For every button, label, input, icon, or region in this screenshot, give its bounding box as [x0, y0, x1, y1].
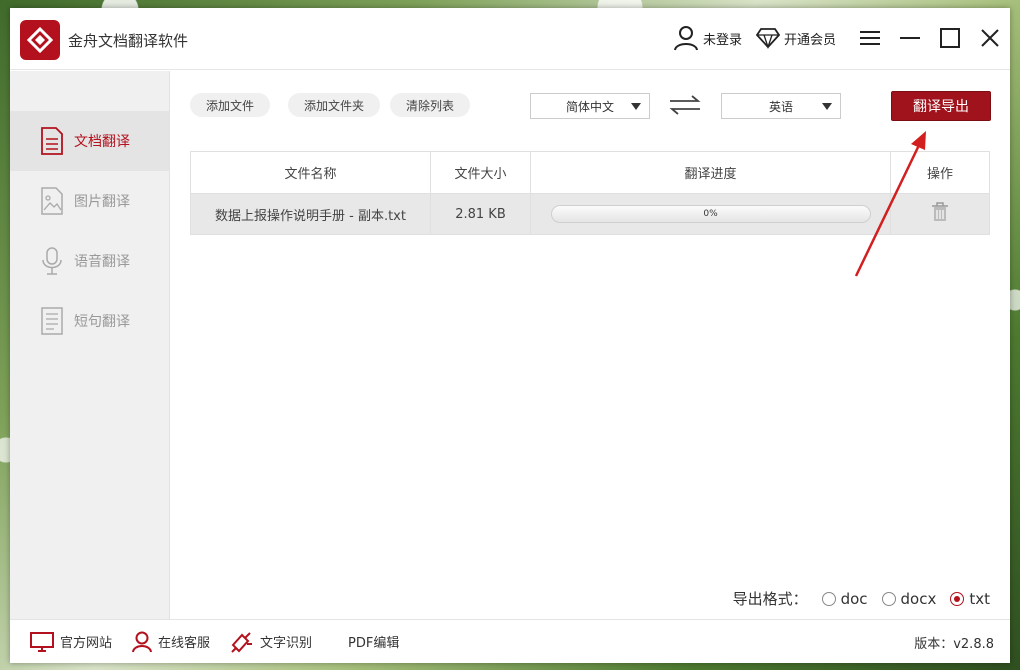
- export-format-label: 导出格式：: [732, 590, 808, 608]
- online-service-link[interactable]: 在线客服: [132, 631, 210, 653]
- sidebar-item-image-translate[interactable]: 图片翻译: [10, 171, 169, 231]
- source-language-value: 简体中文: [565, 99, 614, 114]
- chevron-down-icon: [822, 103, 832, 110]
- menu-button[interactable]: [850, 18, 890, 58]
- user-service-icon: [132, 631, 153, 652]
- progress-text: 0%: [703, 209, 718, 219]
- column-header-name: 文件名称: [191, 152, 431, 193]
- export-radio-docx[interactable]: docx: [881, 589, 937, 608]
- microphone-icon: [42, 247, 62, 275]
- text-page-icon: [41, 307, 63, 335]
- title-bar: 金舟文档翻译软件 未登录 开通会员: [10, 8, 1010, 70]
- export-format-group: 导出格式： doc docx txt: [733, 588, 990, 609]
- close-icon: [981, 29, 999, 47]
- app-window: 金舟文档翻译软件 未登录 开通会员 文档翻译 图片翻译 语音翻译 短句翻译 添加…: [10, 8, 1010, 663]
- radio-circle: [881, 591, 896, 606]
- radio-label: txt: [969, 589, 990, 608]
- login-label: 未登录: [702, 32, 742, 48]
- user-icon: [673, 26, 698, 51]
- target-language-value: 英语: [768, 99, 793, 114]
- footer-item-label: PDF编辑: [348, 636, 400, 651]
- version-label: 版本：v2.8.8: [914, 637, 994, 652]
- radio-circle: [950, 591, 965, 606]
- sidebar-item-sentence-translate[interactable]: 短句翻译: [10, 291, 169, 351]
- export-radio-doc[interactable]: doc: [821, 589, 868, 608]
- progress-cell: 0%: [531, 194, 891, 234]
- footer-item-label: 官方网站: [60, 636, 113, 651]
- monitor-icon: [30, 631, 54, 652]
- main-panel: 添加文件 添加文件夹 清除列表 简体中文 英语 翻译导出 文件名称 文件大小 翻…: [171, 71, 1010, 619]
- file-name-cell: 数据上报操作说明手册 - 副本.txt: [191, 194, 431, 234]
- app-logo: [20, 20, 60, 60]
- close-button[interactable]: [970, 18, 1010, 58]
- document-icon: [41, 127, 63, 155]
- vip-button[interactable]: 开通会员: [755, 27, 836, 49]
- app-title: 金舟文档翻译软件: [68, 32, 189, 50]
- add-folder-button[interactable]: 添加文件夹: [288, 93, 381, 117]
- sidebar-item-label: 短句翻译: [74, 314, 130, 330]
- column-header-size: 文件大小: [431, 152, 531, 193]
- footer-bar: 官方网站 在线客服 文字识别 PDF编辑 版本：v2.8.8: [10, 619, 1010, 663]
- radio-label: docx: [900, 589, 937, 608]
- add-file-button[interactable]: 添加文件: [190, 93, 271, 117]
- export-radio-txt[interactable]: txt: [950, 590, 990, 608]
- sidebar-item-label: 文档翻译: [74, 134, 130, 150]
- sidebar-item-voice-translate[interactable]: 语音翻译: [10, 231, 169, 291]
- pdf-edit-link[interactable]: PDF编辑: [348, 632, 399, 651]
- footer-item-label: 文字识别: [260, 636, 313, 651]
- login-button[interactable]: 未登录: [673, 25, 742, 51]
- swap-arrows-icon: [669, 95, 701, 115]
- column-header-progress: 翻译进度: [531, 152, 891, 193]
- official-site-link[interactable]: 官方网站: [30, 631, 113, 652]
- logo-icon: [27, 27, 53, 53]
- progress-bar: 0%: [550, 205, 871, 223]
- source-language-select[interactable]: 简体中文: [530, 93, 650, 119]
- radio-label: doc: [840, 589, 868, 608]
- footer-item-label: 在线客服: [158, 636, 211, 651]
- vip-label: 开通会员: [783, 32, 836, 48]
- sidebar-item-label: 图片翻译: [74, 194, 130, 210]
- clear-list-button[interactable]: 清除列表: [390, 93, 471, 117]
- minimize-button[interactable]: [890, 18, 930, 58]
- sidebar-item-label: 语音翻译: [74, 254, 130, 270]
- sidebar: 文档翻译 图片翻译 语音翻译 短句翻译: [10, 71, 170, 619]
- radio-circle: [821, 591, 836, 606]
- maximize-icon: [940, 28, 960, 48]
- ocr-icon: [231, 631, 253, 653]
- sidebar-item-document-translate[interactable]: 文档翻译: [10, 111, 169, 171]
- image-icon: [41, 187, 63, 215]
- annotation-arrow: [854, 131, 926, 277]
- chevron-down-icon: [631, 103, 641, 110]
- ocr-link[interactable]: 文字识别: [230, 631, 312, 653]
- target-language-select[interactable]: 英语: [721, 93, 841, 119]
- diamond-icon: [755, 28, 780, 49]
- file-size-cell: 2.81 KB: [431, 194, 531, 234]
- maximize-button[interactable]: [930, 18, 970, 58]
- swap-languages-button[interactable]: [668, 95, 702, 119]
- minimize-icon: [900, 37, 920, 39]
- hamburger-icon: [860, 31, 880, 45]
- translate-export-button[interactable]: 翻译导出: [891, 91, 991, 121]
